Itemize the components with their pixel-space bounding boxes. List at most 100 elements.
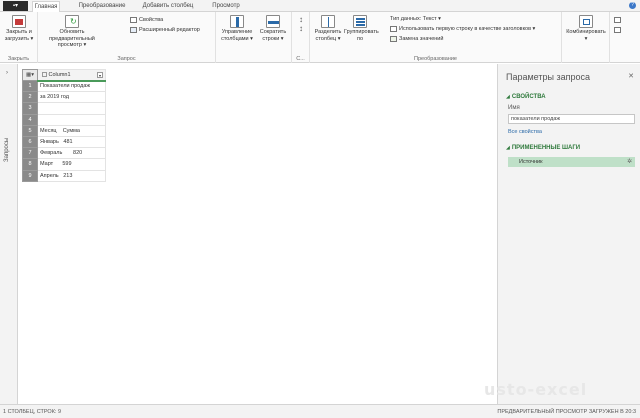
table-row[interactable]: 9 Апрель 213 bbox=[22, 169, 106, 182]
query-name-label: Имя bbox=[508, 105, 520, 111]
data-preview-grid: ▦▾ Column1 ▾ 1 Показатели продаж 2 за 2019… bbox=[22, 69, 106, 182]
queries-pane-collapsed[interactable]: › Запросы bbox=[0, 64, 18, 404]
ribbon-tab-bar: ▪▾ Главная Преобразование Добавить столб… bbox=[0, 0, 640, 13]
watermark: usto-excel bbox=[484, 380, 588, 399]
parameters-button[interactable] bbox=[614, 16, 623, 24]
table-row[interactable]: 2 за 2019 год bbox=[22, 91, 106, 104]
table-row[interactable]: 7 Февраль 820 bbox=[22, 147, 106, 160]
advanced-editor-icon bbox=[130, 26, 137, 33]
table-row[interactable]: 6 Январь 481 bbox=[22, 135, 106, 149]
sort-group-label: С... bbox=[296, 56, 305, 62]
status-column-row-count: 1 СТОЛБЕЦ, СТРОК: 9 bbox=[3, 409, 62, 415]
sort-button[interactable]: ↕ ↕ bbox=[295, 15, 307, 33]
transform-group: Разделить столбец ▾ Группировать по Тип … bbox=[310, 12, 562, 63]
reduce-rows-label: Сократить строки bbox=[259, 29, 287, 42]
transform-group-label: Преобразование bbox=[414, 56, 457, 62]
gear-icon[interactable]: ✲ bbox=[627, 157, 632, 167]
parameters-group bbox=[610, 12, 640, 63]
table-cell[interactable]: Март 599 bbox=[37, 158, 106, 171]
data-type-label: Тип данных: Текст bbox=[390, 16, 437, 22]
table-row[interactable]: 8 Март 599 bbox=[22, 158, 106, 171]
table-cell[interactable]: за 2019 год bbox=[37, 91, 106, 104]
column-header-column1[interactable]: Column1 ▾ bbox=[37, 69, 106, 82]
properties-header-label: СВОЙСТВА bbox=[511, 94, 546, 100]
help-icon[interactable]: ? bbox=[629, 2, 636, 9]
tab-add-column[interactable]: Добавить столбец bbox=[138, 1, 198, 12]
table-cell[interactable]: Февраль 820 bbox=[37, 147, 106, 160]
refresh-preview-label: Обновить предварительный просмотр bbox=[49, 29, 95, 48]
tab-transform[interactable]: Преобразование bbox=[72, 1, 132, 12]
table-row[interactable]: 1 Показатели продаж bbox=[22, 79, 106, 93]
row-number: 2 bbox=[22, 91, 38, 104]
row-number: 6 bbox=[22, 135, 38, 149]
first-row-headers-icon bbox=[390, 25, 397, 32]
close-icon[interactable]: ✕ bbox=[628, 72, 634, 80]
close-group-label: Закрыть bbox=[7, 56, 30, 62]
collapse-triangle-icon: ◢ bbox=[506, 145, 510, 151]
column-header-label: Column1 bbox=[48, 71, 71, 78]
sort-icon-2: ↕ bbox=[299, 24, 303, 33]
row-number: 3 bbox=[22, 102, 38, 115]
split-column-icon bbox=[321, 15, 335, 28]
close-and-load-button[interactable]: Закрыть и загрузить ▾ bbox=[2, 15, 36, 42]
columns-group: Управление столбцами ▾ Сократить строки … bbox=[216, 12, 292, 63]
close-load-icon bbox=[12, 15, 26, 28]
use-first-row-headers-label: Использовать первую строку в качестве за… bbox=[399, 26, 532, 32]
manage-columns-icon bbox=[230, 15, 244, 28]
row-number: 7 bbox=[22, 147, 38, 160]
table-cell[interactable] bbox=[37, 113, 106, 126]
replace-values-label: Замена значений bbox=[399, 36, 444, 42]
table-cell[interactable]: Апрель 213 bbox=[37, 169, 106, 182]
table-row[interactable]: 4 bbox=[22, 113, 106, 126]
row-number: 1 bbox=[22, 79, 38, 93]
reduce-rows-button[interactable]: Сократить строки ▾ bbox=[256, 15, 290, 42]
data-source-button[interactable] bbox=[614, 26, 623, 34]
status-bar: 1 СТОЛБЕЦ, СТРОК: 9 ПРЕДВАРИТЕЛЬНЫЙ ПРОС… bbox=[0, 404, 640, 418]
refresh-icon: ↻ bbox=[65, 15, 79, 28]
query-settings-title: Параметры запроса bbox=[506, 72, 590, 82]
row-number: 9 bbox=[22, 169, 38, 182]
properties-label: Свойства bbox=[139, 17, 164, 23]
use-first-row-headers-button[interactable]: Использовать первую строку в качестве за… bbox=[390, 25, 535, 33]
select-all-corner[interactable]: ▦▾ bbox=[22, 69, 38, 81]
all-properties-link[interactable]: Все свойства bbox=[508, 129, 542, 135]
parameters-icon bbox=[614, 16, 621, 23]
column-type-icon bbox=[42, 71, 47, 77]
split-column-label: Разделить столбец bbox=[314, 29, 342, 42]
refresh-preview-button[interactable]: ↻ Обновить предварительный просмотр ▾ bbox=[42, 15, 102, 49]
table-cell[interactable] bbox=[37, 102, 106, 115]
split-column-button[interactable]: Разделить столбец ▾ bbox=[313, 15, 343, 42]
combine-icon bbox=[579, 15, 593, 28]
properties-section-header[interactable]: ◢ СВОЙСТВА bbox=[506, 94, 546, 100]
expand-arrow-icon[interactable]: › bbox=[6, 70, 8, 76]
combine-group: Комбинировать ▾ bbox=[562, 12, 610, 63]
applied-steps-section-header[interactable]: ◢ ПРИМЕНЕННЫЕ ШАГИ bbox=[506, 145, 580, 151]
column-filter-dropdown-icon[interactable]: ▾ bbox=[97, 71, 103, 78]
data-type-dropdown[interactable]: Тип данных: Текст ▾ bbox=[390, 15, 441, 23]
properties-button[interactable]: Свойства bbox=[130, 16, 163, 24]
table-cell[interactable]: Месяц Сумма bbox=[37, 124, 106, 137]
manage-columns-button[interactable]: Управление столбцами ▾ bbox=[219, 15, 255, 42]
combine-label: Комбинировать bbox=[566, 29, 606, 35]
ribbon: Закрыть и загрузить ▾ Закрыть ↻ Обновить… bbox=[0, 12, 640, 63]
manage-columns-label: Управление столбцами bbox=[221, 29, 253, 42]
sort-group: ↕ ↕ С... bbox=[292, 12, 310, 63]
tab-view[interactable]: Просмотр bbox=[206, 1, 246, 12]
row-number: 8 bbox=[22, 158, 38, 171]
combine-button[interactable]: Комбинировать ▾ bbox=[566, 15, 606, 42]
replace-values-button[interactable]: Замена значений bbox=[390, 35, 443, 43]
reduce-rows-icon bbox=[266, 15, 280, 28]
advanced-editor-button[interactable]: Расширенный редактор bbox=[130, 26, 200, 34]
group-by-button[interactable]: Группировать по bbox=[344, 15, 379, 42]
table-row[interactable]: 3 bbox=[22, 102, 106, 115]
close-and-load-label: Закрыть и загрузить bbox=[4, 29, 32, 42]
query-name-input[interactable] bbox=[508, 114, 635, 124]
row-number: 5 bbox=[22, 124, 38, 137]
file-menu-button[interactable]: ▪▾ bbox=[3, 1, 28, 11]
applied-step-item[interactable]: Источник ✲ bbox=[508, 157, 635, 167]
replace-values-icon bbox=[390, 35, 397, 42]
table-cell[interactable]: Показатели продаж bbox=[37, 79, 106, 93]
table-cell[interactable]: Январь 481 bbox=[37, 135, 106, 149]
data-source-icon bbox=[614, 26, 621, 33]
table-row[interactable]: 5 Месяц Сумма bbox=[22, 124, 106, 137]
